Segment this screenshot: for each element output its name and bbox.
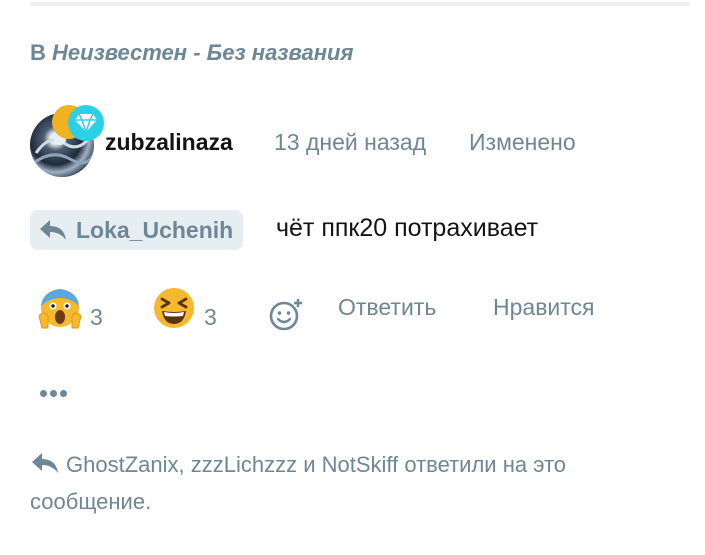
context-prefix: В — [30, 40, 46, 65]
reply-arrow-icon — [32, 453, 58, 473]
thread-context: В Неизвестен - Без названия — [30, 40, 353, 66]
like-button[interactable]: Нравится — [493, 294, 595, 321]
diamond-badge-icon — [68, 105, 104, 141]
more-dot — [50, 390, 57, 397]
reaction-count: 3 — [90, 304, 103, 330]
reply-arrow-icon — [40, 220, 66, 240]
more-dot — [60, 390, 67, 397]
replies-summary[interactable]: GhostZanix, zzzLichzzz и NotSkiff ответи… — [30, 446, 680, 520]
message-text: чёт ппк20 потрахивает — [276, 214, 539, 242]
author-username[interactable]: zubzalinaza — [105, 129, 233, 156]
post-timestamp[interactable]: 13 дней назад — [274, 129, 426, 156]
edited-label: Изменено — [469, 129, 576, 155]
more-options-button[interactable] — [40, 390, 67, 397]
reply-button[interactable]: Ответить — [338, 294, 436, 321]
reaction-count: 3 — [204, 304, 217, 330]
reaction-laughing[interactable]: 3 — [152, 286, 217, 330]
reaction-scream[interactable]: 3 — [38, 286, 103, 330]
reply-to-username: Loka_Uchenih — [76, 216, 234, 243]
laughing-emoji-icon — [154, 288, 194, 328]
thread-link[interactable]: Неизвестен - Без названия — [52, 40, 353, 65]
add-emoji-icon — [269, 299, 302, 331]
replies-text: GhostZanix, zzzLichzzz и NotSkiff ответи… — [30, 452, 567, 514]
author-avatar-group[interactable] — [30, 105, 110, 179]
scream-emoji-icon — [38, 289, 82, 329]
reply-to-chip[interactable]: Loka_Uchenih — [30, 210, 244, 250]
add-reaction-button[interactable] — [268, 298, 304, 332]
top-divider — [30, 2, 690, 6]
more-dot — [40, 390, 47, 397]
